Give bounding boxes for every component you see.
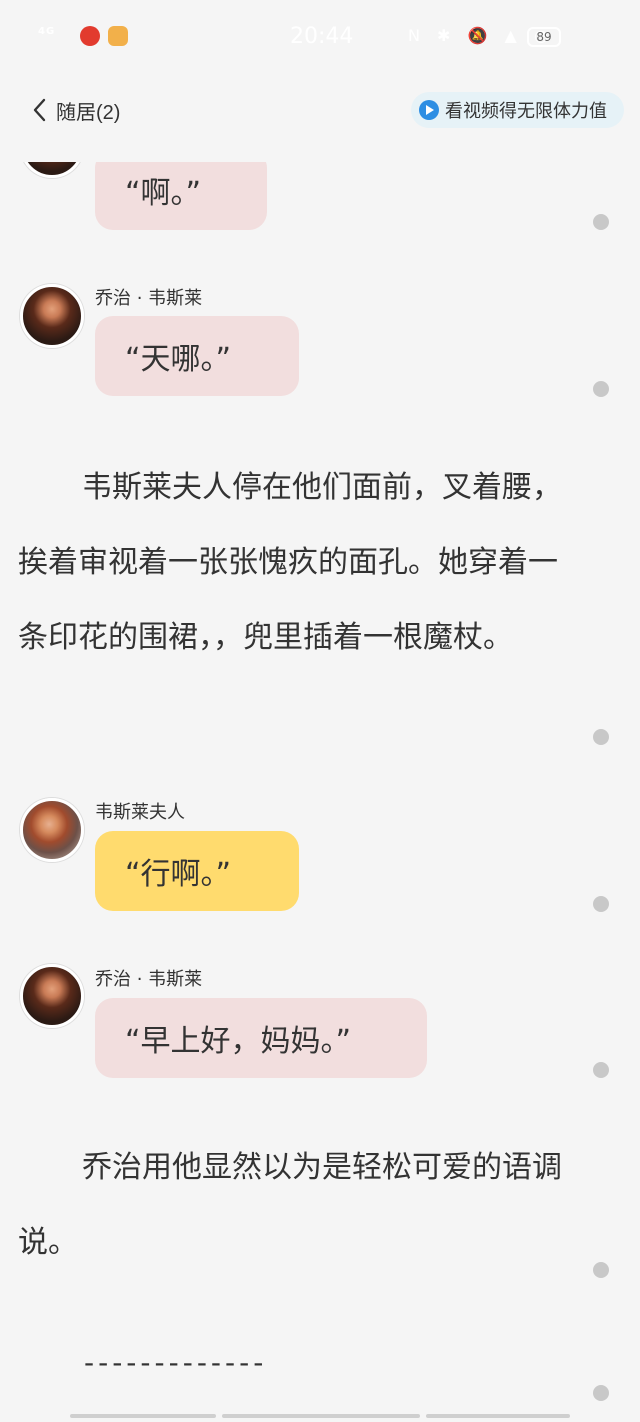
message-text: “早上好，妈妈。” bbox=[125, 1024, 352, 1059]
message-bubble[interactable]: “啊。” bbox=[95, 162, 267, 230]
play-icon bbox=[419, 100, 439, 120]
message-bubble[interactable]: “早上好，妈妈。” bbox=[95, 998, 427, 1078]
avatar[interactable] bbox=[20, 964, 84, 1028]
message-text: “天哪。” bbox=[125, 342, 232, 377]
progress-segment bbox=[222, 1414, 420, 1418]
back-button[interactable]: 随居(2) bbox=[30, 92, 120, 128]
section-divider: ------------- bbox=[84, 1346, 268, 1379]
comment-dot-icon[interactable] bbox=[593, 729, 609, 745]
comment-dot-icon[interactable] bbox=[593, 381, 609, 397]
avatar[interactable] bbox=[20, 162, 84, 178]
avatar[interactable] bbox=[20, 284, 84, 348]
message-text: “行啊。” bbox=[125, 857, 232, 892]
chevron-left-icon bbox=[33, 98, 46, 122]
signal-icon: 4G bbox=[38, 26, 56, 37]
page-title: 随居(2) bbox=[56, 101, 121, 124]
comment-dot-icon[interactable] bbox=[593, 896, 609, 912]
watch-video-label: 看视频得无限体力值 bbox=[445, 101, 607, 122]
reading-progress bbox=[70, 1414, 570, 1420]
app-notification-icon bbox=[80, 26, 100, 46]
speaker-name: 韦斯莱夫人 bbox=[95, 802, 185, 823]
comment-dot-icon[interactable] bbox=[593, 1262, 609, 1278]
speaker-name: 乔治 · 韦斯莱 bbox=[95, 969, 203, 990]
avatar[interactable] bbox=[20, 798, 84, 862]
battery-icon: 89 bbox=[527, 27, 561, 47]
message-bubble[interactable]: “行啊。” bbox=[95, 831, 299, 911]
status-time: 20:44 bbox=[290, 24, 354, 49]
speaker-name: 乔治 · 韦斯莱 bbox=[95, 288, 203, 309]
comment-dot-icon[interactable] bbox=[593, 1385, 609, 1401]
narration-paragraph: 韦斯莱夫人停在他们面前，叉着腰，挨着审视着一张张愧疚的面孔。她穿着一条印花的围裙… bbox=[18, 450, 578, 675]
narration-text: 韦斯莱夫人停在他们面前，叉着腰，挨着审视着一张张愧疚的面孔。她穿着一条印花的围裙… bbox=[18, 470, 562, 655]
narration-text: 乔治用他显然以为是轻松可爱的语调说。 bbox=[18, 1150, 562, 1260]
narration-paragraph: 乔治用他显然以为是轻松可爱的语调说。 bbox=[18, 1130, 578, 1280]
progress-segment bbox=[70, 1414, 216, 1418]
chat-content: “啊。” 乔治 · 韦斯莱 “天哪。” 韦斯莱夫人停在他们面前，叉着腰，挨着审视… bbox=[0, 162, 640, 1422]
progress-segment bbox=[426, 1414, 570, 1418]
comment-dot-icon[interactable] bbox=[593, 214, 609, 230]
message-text: “啊。” bbox=[125, 176, 202, 211]
status-bar: 4G 20:44 N ✱ 🔕 ▲ ◔ 89 bbox=[0, 0, 640, 72]
header: 随居(2) 看视频得无限体力值 bbox=[0, 84, 640, 136]
comment-dot-icon[interactable] bbox=[593, 1062, 609, 1078]
watch-video-button[interactable]: 看视频得无限体力值 bbox=[411, 92, 624, 128]
message-bubble[interactable]: “天哪。” bbox=[95, 316, 299, 396]
app-notification-icon-2 bbox=[108, 26, 128, 46]
